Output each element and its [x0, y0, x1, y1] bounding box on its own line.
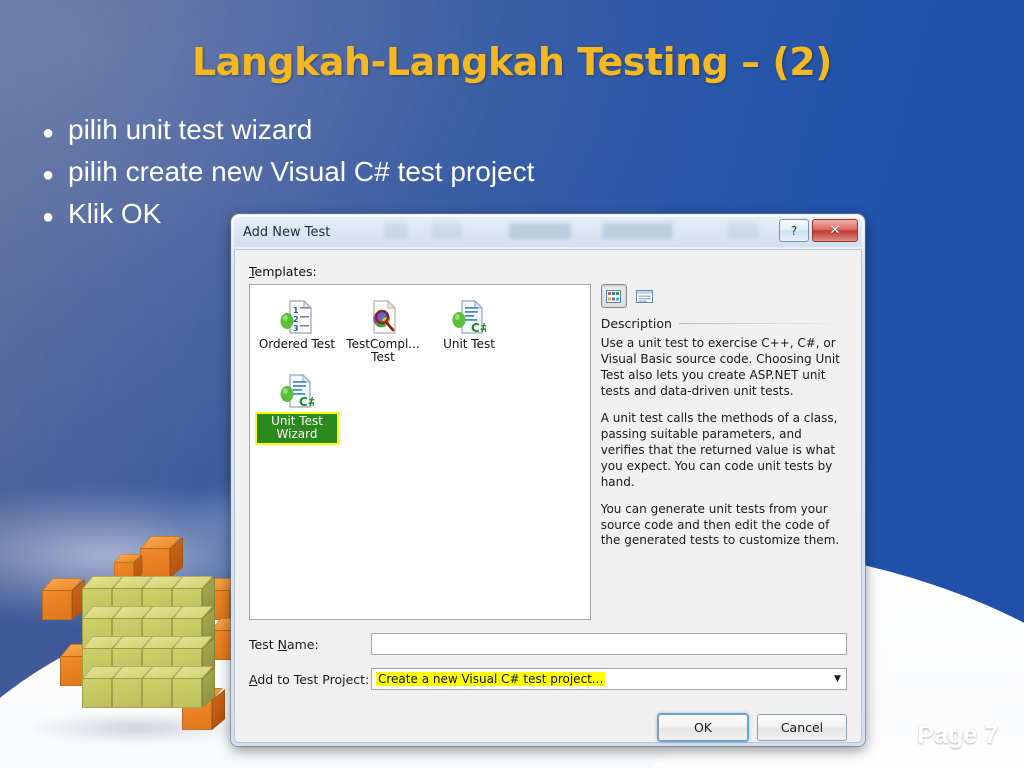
- bullet-text: Klik OK: [68, 198, 162, 229]
- dialog-title: Add New Test: [243, 224, 331, 240]
- test-name-row: Test Name:: [249, 633, 847, 655]
- cancel-button[interactable]: Cancel: [757, 714, 847, 741]
- template-label: Unit Test: [443, 337, 495, 351]
- svg-text:3: 3: [293, 324, 299, 333]
- ordered-test-icon: 1 2 3: [255, 297, 339, 335]
- bullet-text: pilih create new Visual C# test project: [68, 156, 535, 187]
- templates-label: Templates:: [249, 264, 317, 279]
- template-label: Unit Test Wizard: [257, 413, 337, 443]
- test-complexity-icon: [341, 297, 425, 335]
- templates-grid: 1 2 3 Ordered Test TestCompl... Test C U…: [254, 293, 586, 447]
- svg-text:C#: C#: [471, 321, 486, 335]
- help-icon[interactable]: ?: [779, 219, 809, 242]
- template-item-ordered-test[interactable]: 1 2 3 Ordered Test: [254, 293, 340, 367]
- description-paragraph: Use a unit test to exercise C++, C#, or …: [600, 336, 840, 398]
- template-label-selected: Unit Test Wizard: [255, 411, 339, 445]
- bullet-dot-icon: ●: [42, 206, 55, 228]
- description-column: Description Use a unit test to exercise …: [600, 284, 847, 620]
- template-label: TestCompl... Test: [346, 337, 420, 365]
- description-header: Description: [601, 316, 847, 331]
- add-new-test-dialog: Add New Test ? ✕ Templates: 1 2 3 Ordere…: [231, 214, 865, 746]
- slide-title: Langkah-Langkah Testing – (2): [192, 40, 833, 84]
- add-to-project-row: Add to Test Project: Create a new Visual…: [249, 668, 847, 690]
- template-label: Ordered Test: [258, 337, 336, 351]
- unit-test-wizard-csharp-icon: C#: [255, 371, 339, 409]
- test-name-input[interactable]: [371, 633, 847, 655]
- template-item-test-complexity[interactable]: TestCompl... Test: [340, 293, 426, 367]
- slide: Langkah-Langkah Testing – (2) ● pilih un…: [0, 0, 1024, 768]
- bullet-dot-icon: ●: [42, 164, 55, 186]
- page-number: Page 7: [917, 721, 998, 749]
- template-item-unit-test[interactable]: C# Unit Test: [426, 293, 512, 367]
- dialog-title-bar[interactable]: Add New Test ? ✕: [234, 217, 862, 247]
- description-paragraph: A unit test calls the methods of a class…: [600, 410, 838, 489]
- details-view-icon[interactable]: [632, 284, 658, 308]
- templates-and-description-row: 1 2 3 Ordered Test TestCompl... Test C U…: [249, 284, 847, 620]
- background-window-ghost: [384, 223, 774, 239]
- window-controls: ? ✕: [779, 219, 858, 242]
- bullet-dot-icon: ●: [42, 122, 55, 144]
- add-to-project-label: Add to Test Project:: [249, 671, 370, 687]
- bullet-item: ● pilih create new Visual C# test projec…: [42, 156, 534, 188]
- add-to-project-value: Create a new Visual C# test project...: [376, 672, 606, 686]
- bullet-item: ● pilih unit test wizard: [42, 114, 534, 146]
- svg-text:C#: C#: [299, 395, 314, 409]
- decorative-cube-graphic: [14, 458, 264, 758]
- templates-list[interactable]: 1 2 3 Ordered Test TestCompl... Test C U…: [249, 284, 591, 620]
- description-label: Description: [600, 316, 672, 331]
- unit-test-csharp-icon: C#: [427, 297, 511, 335]
- description-paragraph: You can generate unit tests from your so…: [600, 501, 840, 548]
- bullet-text: pilih unit test wizard: [68, 114, 313, 145]
- close-icon[interactable]: ✕: [812, 219, 858, 242]
- ok-button[interactable]: OK: [658, 714, 748, 741]
- test-name-label: Test Name:: [249, 636, 319, 652]
- add-to-project-combobox[interactable]: Create a new Visual C# test project... ▼: [371, 668, 847, 690]
- svg-text:2: 2: [293, 315, 299, 324]
- large-icons-view-icon[interactable]: [600, 284, 627, 308]
- view-toggle-group: [600, 284, 847, 308]
- svg-text:1: 1: [293, 306, 299, 315]
- dialog-button-row: OK Cancel: [249, 714, 847, 741]
- description-divider: [678, 323, 847, 324]
- template-item-unit-test-wizard[interactable]: C# Unit Test Wizard: [254, 367, 340, 447]
- dialog-body: Templates: 1 2 3 Ordered Test TestCompl.…: [234, 249, 862, 743]
- chevron-down-icon[interactable]: ▼: [829, 674, 846, 684]
